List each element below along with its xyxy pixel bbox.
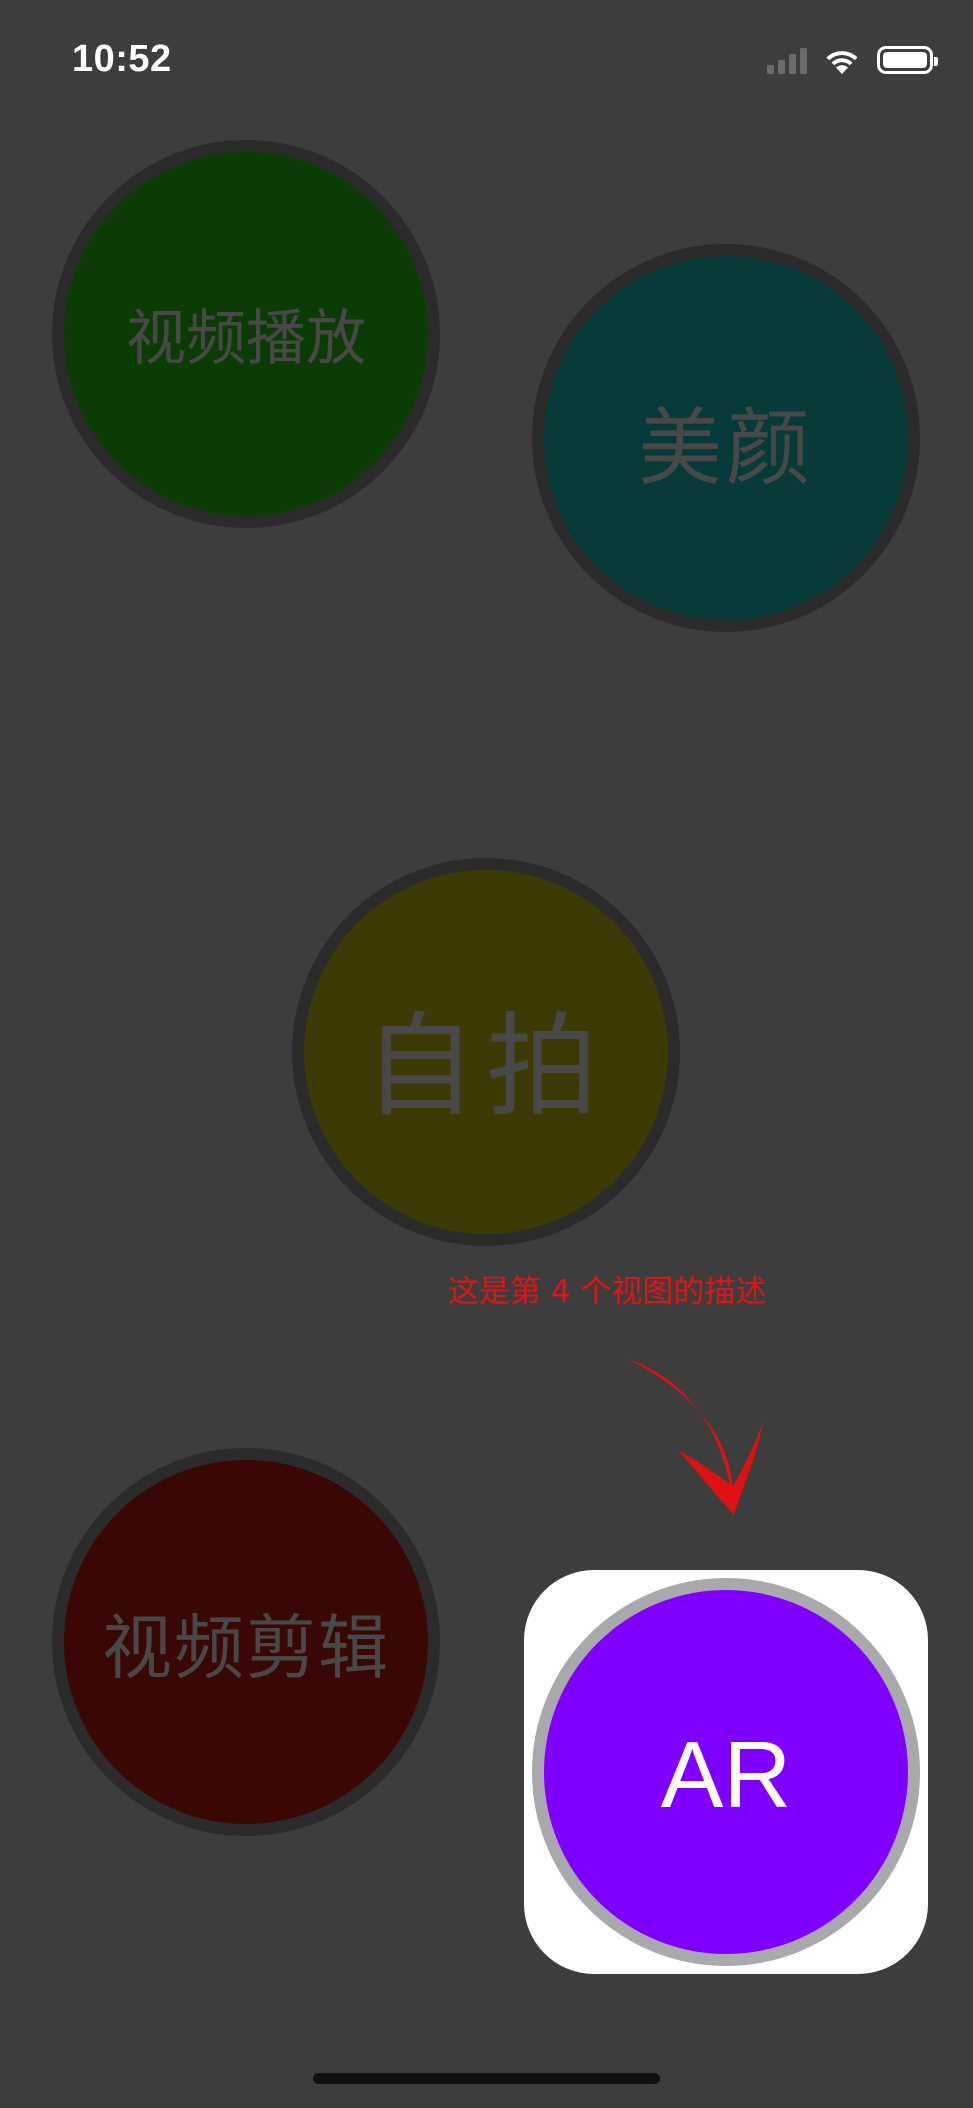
wifi-icon xyxy=(826,51,858,74)
selfie-label: 自拍 xyxy=(364,1002,608,1132)
battery-icon xyxy=(877,46,938,74)
selfie-button[interactable]: 自拍 xyxy=(292,858,680,1246)
cellular-signal-icon xyxy=(767,46,807,74)
guide-description: 这是第 4 个视图的描述 xyxy=(448,1274,767,1310)
status-time: 10:52 xyxy=(72,38,172,80)
beauty-button[interactable]: 美颜 xyxy=(532,244,920,632)
video-edit-label: 视频剪辑 xyxy=(102,1606,390,1689)
guide-overlay-screen: 10:52 视频播放 美颜 自拍 视频剪辑 这是第 4 个视图的描述 AR xyxy=(0,0,973,2108)
guide-arrow-icon xyxy=(626,1358,763,1515)
status-icons xyxy=(767,44,938,76)
video-play-button[interactable]: 视频播放 xyxy=(52,140,440,528)
home-indicator[interactable] xyxy=(313,2073,660,2084)
ar-label: AR xyxy=(660,1722,792,1827)
beauty-label: 美颜 xyxy=(637,398,814,497)
video-play-label: 视频播放 xyxy=(126,303,366,374)
video-edit-button[interactable]: 视频剪辑 xyxy=(52,1448,440,1836)
ar-button[interactable]: AR xyxy=(532,1578,920,1966)
